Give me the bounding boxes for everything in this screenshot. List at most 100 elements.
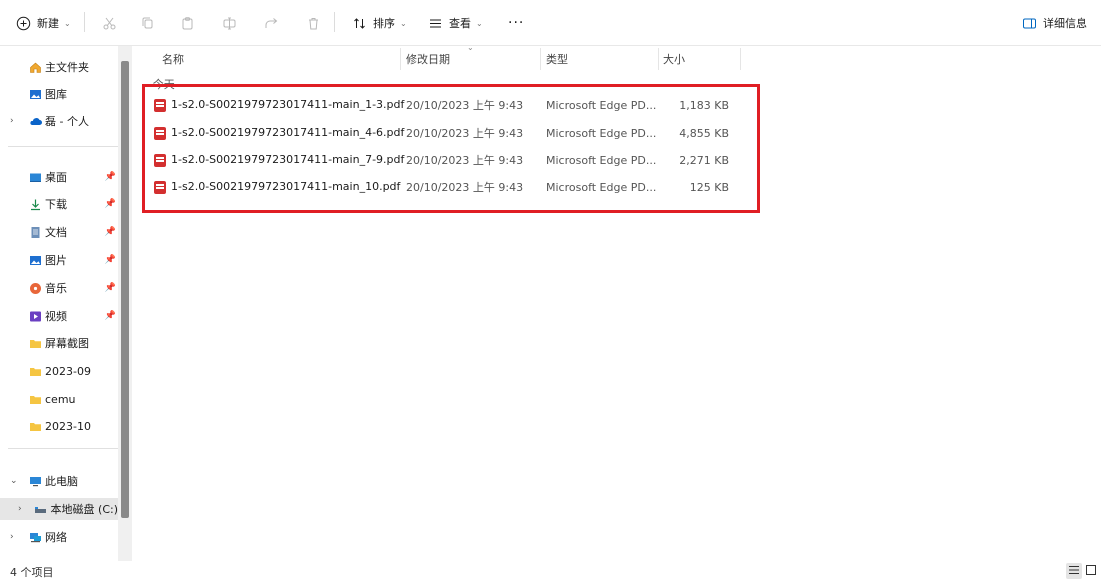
sidebar-item-downloads[interactable]: 下载 📌 <box>0 193 120 215</box>
sidebar-item-2023-10[interactable]: 2023-10 <box>0 415 120 437</box>
trash-icon <box>304 14 322 32</box>
chevron-down-icon: ⌄ <box>400 18 407 28</box>
desktop-icon <box>28 170 42 184</box>
sort-arrows-icon <box>350 14 368 32</box>
view-button-label: 查看 <box>449 17 471 30</box>
folder-icon <box>28 419 42 433</box>
details-pane-button[interactable]: 详细信息 <box>1020 12 1087 34</box>
rename-icon <box>220 14 238 32</box>
share-button[interactable] <box>262 12 280 34</box>
folder-icon <box>28 336 42 350</box>
selection-highlight-box <box>142 84 760 213</box>
sidebar-item-label: 图库 <box>45 88 67 101</box>
pin-icon: 📌 <box>104 199 116 209</box>
column-header-type[interactable]: 类型 <box>546 46 568 72</box>
drive-icon <box>34 502 48 516</box>
item-count: 4 个项目 <box>10 566 54 579</box>
folder-icon <box>28 364 42 378</box>
chevron-down-icon: ⌄ <box>64 18 71 28</box>
sort-button[interactable]: 排序 ⌄ <box>350 12 407 34</box>
list-view-icon <box>426 14 444 32</box>
sidebar-item-label: 文档 <box>45 226 67 239</box>
pin-icon: 📌 <box>104 172 116 182</box>
sidebar-item-documents[interactable]: 文档 📌 <box>0 221 120 243</box>
chevron-right-icon[interactable]: › <box>10 116 14 126</box>
sidebar-item-label: 下载 <box>45 198 67 211</box>
details-view-button[interactable] <box>1066 563 1082 579</box>
sidebar-item-label: 2023-09 <box>45 364 91 378</box>
column-header-date[interactable]: 修改日期 <box>406 46 450 72</box>
view-button[interactable]: 查看 ⌄ <box>426 12 483 34</box>
column-divider[interactable] <box>658 48 659 70</box>
pin-icon: 📌 <box>104 283 116 293</box>
more-options-button[interactable]: ··· <box>508 12 524 34</box>
sidebar-divider <box>8 146 118 147</box>
sidebar-item-videos[interactable]: 视频 📌 <box>0 305 120 327</box>
sidebar-item-gallery[interactable]: 图库 <box>0 83 120 105</box>
more-icon: ··· <box>508 15 525 31</box>
pin-icon: 📌 <box>104 311 116 321</box>
sidebar-item-label: 磊 - 个人 <box>45 115 89 128</box>
paste-button[interactable] <box>178 12 196 34</box>
column-header-size[interactable]: 大小 <box>663 46 685 72</box>
sidebar-item-label: 网络 <box>45 531 67 544</box>
chevron-right-icon[interactable]: › <box>18 504 22 514</box>
delete-button[interactable] <box>304 12 322 34</box>
share-icon <box>262 14 280 32</box>
music-icon <box>28 281 42 295</box>
details-pane-icon <box>1020 14 1038 32</box>
document-icon <box>28 225 42 239</box>
sort-button-label: 排序 <box>373 17 395 30</box>
sidebar-item-onedrive[interactable]: › 磊 - 个人 <box>0 110 120 132</box>
new-button[interactable]: 新建 ⌄ <box>14 12 71 34</box>
details-view-icon <box>1068 564 1080 579</box>
chevron-down-icon[interactable]: ⌄ <box>10 476 18 486</box>
status-bar: 4 个项目 <box>0 561 1101 581</box>
cut-button[interactable] <box>100 12 118 34</box>
details-pane-label: 详细信息 <box>1043 17 1087 30</box>
new-button-label: 新建 <box>37 17 59 30</box>
sidebar-item-local-disk-c[interactable]: › 本地磁盘 (C:) <box>0 498 118 520</box>
column-divider[interactable] <box>400 48 401 70</box>
folder-icon <box>28 392 42 406</box>
sort-indicator-icon: ⌄ <box>467 43 474 52</box>
chevron-right-icon[interactable]: › <box>10 532 14 542</box>
sidebar-item-label: 2023-10 <box>45 419 91 433</box>
sidebar-item-label: 图片 <box>45 254 67 267</box>
copy-icon <box>138 14 156 32</box>
sidebar-item-cemu[interactable]: cemu <box>0 388 120 410</box>
sidebar-item-label: 桌面 <box>45 171 67 184</box>
sidebar-item-label: 音乐 <box>45 282 67 295</box>
sidebar-item-label: 本地磁盘 (C:) <box>50 503 118 516</box>
sidebar-item-label: 此电脑 <box>45 475 78 488</box>
sidebar-item-this-pc[interactable]: ⌄ 此电脑 <box>0 470 120 492</box>
tiles-view-button[interactable] <box>1083 563 1099 579</box>
command-bar: 新建 ⌄ 排序 ⌄ 查看 ⌄ ··· 详细信息 <box>0 0 1101 46</box>
copy-button[interactable] <box>138 12 156 34</box>
sidebar-item-home[interactable]: 主文件夹 <box>0 56 120 78</box>
sidebar-item-label: 视频 <box>45 310 67 323</box>
sidebar-item-network[interactable]: › 网络 <box>0 526 120 548</box>
sidebar-item-label: 屏幕截图 <box>45 337 89 350</box>
download-icon <box>28 197 42 211</box>
sidebar-scrollbar-thumb[interactable] <box>121 61 129 518</box>
column-divider[interactable] <box>740 48 741 70</box>
tiles-view-icon <box>1085 564 1097 579</box>
sidebar-item-pictures[interactable]: 图片 📌 <box>0 249 120 271</box>
toolbar-divider <box>334 12 335 32</box>
chevron-down-icon: ⌄ <box>476 18 483 28</box>
sidebar-item-label: cemu <box>45 392 76 406</box>
video-icon <box>28 309 42 323</box>
network-icon <box>28 530 42 544</box>
sidebar-item-2023-09[interactable]: 2023-09 <box>0 360 120 382</box>
column-header-name[interactable]: 名称 <box>162 46 184 72</box>
gallery-icon <box>28 87 42 101</box>
sidebar-scrollbar[interactable] <box>118 46 132 561</box>
scissors-icon <box>100 14 118 32</box>
column-divider[interactable] <box>540 48 541 70</box>
rename-button[interactable] <box>220 12 238 34</box>
sidebar-item-music[interactable]: 音乐 📌 <box>0 277 120 299</box>
sidebar-item-screenshots[interactable]: 屏幕截图 <box>0 332 120 354</box>
sidebar-item-desktop[interactable]: 桌面 📌 <box>0 166 120 188</box>
home-icon <box>28 60 42 74</box>
